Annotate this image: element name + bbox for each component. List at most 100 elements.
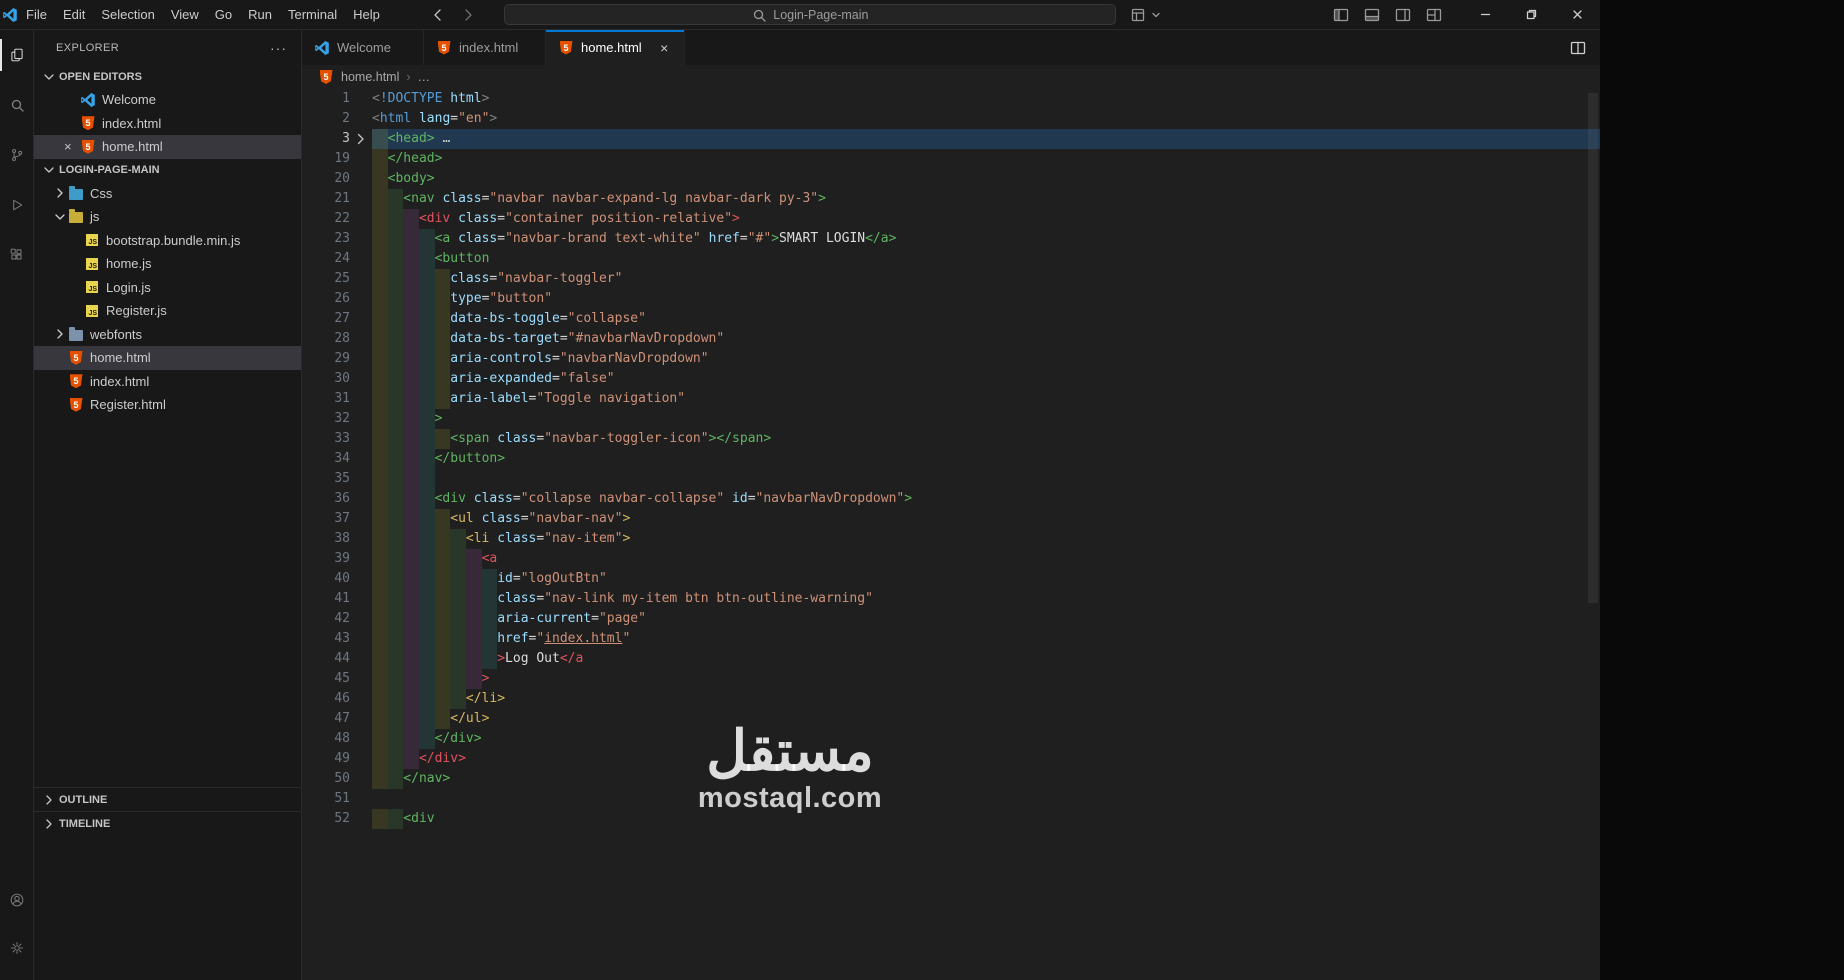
section-open-editors[interactable]: OPEN EDITORS: [34, 65, 301, 88]
code-line-44[interactable]: 44 >Log Out</a: [302, 649, 1600, 669]
tree-item-webfonts[interactable]: webfonts: [34, 323, 301, 347]
code-line-34[interactable]: 34 </button>: [302, 449, 1600, 469]
code-line-27[interactable]: 27 data-bs-toggle="collapse": [302, 309, 1600, 329]
section-timeline[interactable]: TIMELINE: [34, 811, 301, 835]
code-line-37[interactable]: 37 <ul class="navbar-nav">: [302, 509, 1600, 529]
code-line-31[interactable]: 31 aria-label="Toggle navigation": [302, 389, 1600, 409]
activity-run-debug-icon[interactable]: [0, 180, 34, 230]
menu-run[interactable]: Run: [240, 0, 280, 30]
code-line-49[interactable]: 49 </div>: [302, 749, 1600, 769]
code-text: <div class="collapse navbar-collapse" id…: [372, 489, 1600, 509]
activity-search-icon[interactable]: [0, 80, 34, 130]
code-line-20[interactable]: 20 <body>: [302, 169, 1600, 189]
code-line-22[interactable]: 22 <div class="container position-relativ…: [302, 209, 1600, 229]
tree-item-js[interactable]: js: [34, 205, 301, 229]
code-line-43[interactable]: 43 href="index.html": [302, 629, 1600, 649]
code-line-39[interactable]: 39 <a: [302, 549, 1600, 569]
fold-indicator[interactable]: [350, 129, 372, 149]
code-line-45[interactable]: 45 >: [302, 669, 1600, 689]
tree-item-bootstrap.bundle.min.js[interactable]: JS bootstrap.bundle.min.js: [34, 229, 301, 253]
code-line-24[interactable]: 24 <button: [302, 249, 1600, 269]
code-line-42[interactable]: 42 aria-current="page": [302, 609, 1600, 629]
tab-home.html[interactable]: 5 home.html ×: [546, 30, 685, 65]
restore-button[interactable]: [1508, 0, 1554, 30]
breadcrumb[interactable]: 5 home.html › …: [302, 65, 1600, 89]
code-line-46[interactable]: 46 </li>: [302, 689, 1600, 709]
chevron-down-icon[interactable]: [52, 210, 68, 224]
tree-item-Css[interactable]: Css: [34, 182, 301, 206]
section-outline[interactable]: OUTLINE: [34, 787, 301, 811]
close-button[interactable]: [1554, 0, 1600, 30]
code-line-48[interactable]: 48 </div>: [302, 729, 1600, 749]
scrollbar-thumb[interactable]: [1588, 93, 1598, 603]
menu-file[interactable]: File: [18, 0, 55, 30]
open-editor-home.html[interactable]: × 5 home.html: [34, 135, 301, 159]
section-project[interactable]: LOGIN-PAGE-MAIN: [34, 159, 301, 182]
tree-item-Register.js[interactable]: JS Register.js: [34, 299, 301, 323]
code-line-51[interactable]: 51: [302, 789, 1600, 809]
explorer-actions-icon[interactable]: ···: [270, 40, 287, 56]
code-line-2[interactable]: 2 <html lang="en">: [302, 109, 1600, 129]
tab-close-icon[interactable]: ×: [657, 40, 672, 56]
search-icon: [9, 98, 25, 112]
forward-arrow-icon[interactable]: [460, 7, 476, 23]
code-line-35[interactable]: 35: [302, 469, 1600, 489]
minimize-button[interactable]: [1462, 0, 1508, 30]
layout-controls: [1333, 7, 1442, 23]
code-line-38[interactable]: 38 <li class="nav-item">: [302, 529, 1600, 549]
code-line-47[interactable]: 47 </ul>: [302, 709, 1600, 729]
code-line-36[interactable]: 36 <div class="collapse navbar-collapse" …: [302, 489, 1600, 509]
menu-help[interactable]: Help: [345, 0, 388, 30]
activity-settings-gear-icon[interactable]: [0, 924, 34, 972]
tree-item-index.html[interactable]: 5 index.html: [34, 370, 301, 394]
code-line-1[interactable]: 1 <!DOCTYPE html>: [302, 89, 1600, 109]
tree-item-home.html[interactable]: 5 home.html: [34, 346, 301, 370]
code-line-29[interactable]: 29 aria-controls="navbarNavDropdown": [302, 349, 1600, 369]
tab-Welcome[interactable]: Welcome: [302, 30, 424, 65]
indent-guide: [418, 269, 435, 289]
menu-terminal[interactable]: Terminal: [280, 0, 345, 30]
code-line-33[interactable]: 33 <span class="navbar-toggler-icon"></sp…: [302, 429, 1600, 449]
code-line-30[interactable]: 30 aria-expanded="false": [302, 369, 1600, 389]
code-line-21[interactable]: 21 <nav class="navbar navbar-expand-lg na…: [302, 189, 1600, 209]
line-number: 32: [334, 411, 350, 426]
close-icon[interactable]: ×: [64, 139, 72, 154]
menu-go[interactable]: Go: [207, 0, 240, 30]
code-text: data-bs-target="#navbarNavDropdown": [372, 329, 1600, 349]
tab-index.html[interactable]: 5 index.html: [424, 30, 546, 65]
activity-extensions-icon[interactable]: [0, 230, 34, 280]
code-line-52[interactable]: 52 <div: [302, 809, 1600, 829]
code-line-28[interactable]: 28 data-bs-target="#navbarNavDropdown": [302, 329, 1600, 349]
code-line-41[interactable]: 41 class="nav-link my-item btn btn-outlin…: [302, 589, 1600, 609]
activity-files-icon[interactable]: [0, 30, 34, 80]
back-arrow-icon[interactable]: [430, 7, 446, 23]
code-line-25[interactable]: 25 class="navbar-toggler": [302, 269, 1600, 289]
tree-item-home.js[interactable]: JS home.js: [34, 252, 301, 276]
code-line-19[interactable]: 19 </head>: [302, 149, 1600, 169]
code-line-40[interactable]: 40 id="logOutBtn": [302, 569, 1600, 589]
menu-edit[interactable]: Edit: [55, 0, 93, 30]
activity-source-control-icon[interactable]: [0, 130, 34, 180]
code-editor[interactable]: 1 <!DOCTYPE html> 2 <html lang="en"> 3 <head>…: [302, 89, 1600, 980]
command-center-search[interactable]: Login-Page-main: [503, 4, 1116, 25]
code-line-32[interactable]: 32 >: [302, 409, 1600, 429]
fold-gutter: [350, 729, 372, 749]
breadcrumb-file[interactable]: home.html: [341, 70, 399, 84]
tree-item-Login.js[interactable]: JS Login.js: [34, 276, 301, 300]
activity-account-icon[interactable]: [0, 876, 34, 924]
open-editors-list: Welcome 5 index.html × 5 home.html: [34, 88, 301, 159]
open-editor-index.html[interactable]: 5 index.html: [34, 112, 301, 136]
chevron-right-icon[interactable]: [52, 186, 68, 200]
open-editor-Welcome[interactable]: Welcome: [34, 88, 301, 112]
indent-guide: [418, 549, 435, 569]
chevron-right-icon[interactable]: [52, 327, 68, 341]
code-line-26[interactable]: 26 type="button": [302, 289, 1600, 309]
titlebar-extra[interactable]: [1130, 8, 1164, 22]
menu-selection[interactable]: Selection: [93, 0, 162, 30]
code-line-3[interactable]: 3 <head> …: [302, 129, 1600, 149]
code-line-50[interactable]: 50 </nav>: [302, 769, 1600, 789]
code-line-23[interactable]: 23 <a class="navbar-brand text-white" hre…: [302, 229, 1600, 249]
menu-view[interactable]: View: [163, 0, 207, 30]
breadcrumb-ellipsis[interactable]: …: [418, 70, 431, 84]
tree-item-Register.html[interactable]: 5 Register.html: [34, 393, 301, 417]
